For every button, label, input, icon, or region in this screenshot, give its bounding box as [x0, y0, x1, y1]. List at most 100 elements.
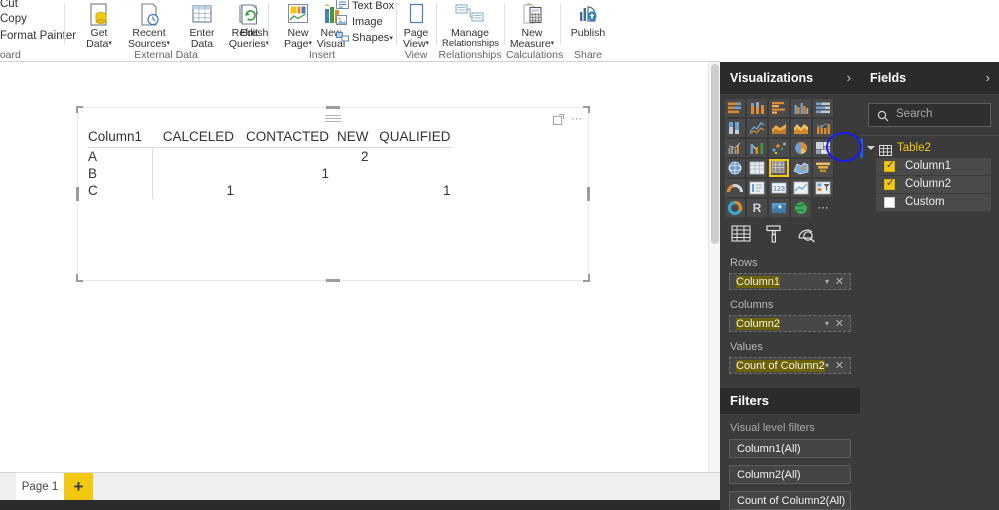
- clustered-bar-chart-icon[interactable]: [769, 99, 789, 117]
- remove-field-icon[interactable]: ✕: [835, 317, 844, 330]
- new-measure-button[interactable]: New Measure▾: [504, 0, 560, 49]
- line-clustered-column-chart-icon[interactable]: [725, 139, 745, 157]
- chevron-down-icon[interactable]: ▾: [825, 319, 829, 328]
- ribbon-chart-icon[interactable]: [747, 139, 767, 157]
- map-icon[interactable]: [725, 159, 745, 177]
- funnel-icon[interactable]: [813, 159, 833, 177]
- matrix-table[interactable]: Column1 CALCELED CONTACTED NEW QUALIFIED…: [88, 128, 451, 199]
- matrix-col-header-0[interactable]: Column1: [88, 128, 152, 148]
- matrix-icon[interactable]: [769, 159, 789, 177]
- filter-card-column1[interactable]: Column1(All): [729, 439, 851, 458]
- resize-handle-left[interactable]: [76, 187, 79, 201]
- filled-map-icon[interactable]: [791, 159, 811, 177]
- resize-handle-top[interactable]: [326, 106, 340, 109]
- remove-field-icon[interactable]: ✕: [835, 275, 844, 288]
- chevron-down-icon[interactable]: ▾: [167, 40, 171, 47]
- field-checkbox-unchecked[interactable]: [884, 197, 895, 208]
- gauge-icon[interactable]: [725, 179, 745, 197]
- visualization-type-grid[interactable]: 123 R ⋯: [724, 98, 854, 218]
- canvas-scrollbar-thumb[interactable]: [711, 64, 719, 244]
- field-well-columns[interactable]: Column2 ▾ ✕: [729, 315, 851, 332]
- chevron-down-icon[interactable]: ▾: [551, 40, 555, 47]
- report-canvas[interactable]: ⋯ Column1 CALCELED CONTACTED NEW QUALIFI…: [0, 62, 720, 472]
- chevron-down-icon[interactable]: ▾: [426, 40, 430, 47]
- more-options-icon[interactable]: ⋯: [571, 113, 582, 125]
- field-well-values[interactable]: Count of Column2 ▾ ✕: [729, 357, 851, 374]
- line-stacked-column-chart-icon[interactable]: [813, 119, 833, 137]
- field-checkbox-checked[interactable]: ✓: [884, 178, 895, 190]
- filter-card-count-of-column2[interactable]: Count of Column2(All): [729, 491, 851, 510]
- area-chart-icon[interactable]: [769, 119, 789, 137]
- chevron-right-icon[interactable]: ›: [847, 62, 851, 94]
- multi-row-card-icon[interactable]: [747, 179, 767, 197]
- get-data-button[interactable]: Get Data▾: [71, 0, 127, 49]
- matrix-col-header-1[interactable]: CALCELED: [152, 128, 234, 148]
- recent-sources-label-2: Sources: [127, 37, 167, 50]
- add-page-button[interactable]: +: [64, 473, 93, 501]
- field-item-column1[interactable]: ✓ Column1: [876, 158, 991, 175]
- card-icon[interactable]: 123: [769, 179, 789, 197]
- treemap-icon[interactable]: [813, 139, 833, 157]
- fields-pane-icon[interactable]: [730, 225, 752, 245]
- table-icon[interactable]: [747, 159, 767, 177]
- analytics-pane-icon[interactable]: [796, 225, 818, 245]
- resize-handle-right[interactable]: [587, 187, 590, 201]
- format-pane-icon[interactable]: [763, 225, 785, 245]
- stacked-area-chart-icon[interactable]: [791, 119, 811, 137]
- page-tab-page-1[interactable]: Page 1: [16, 473, 64, 501]
- shapes-button[interactable]: Shapes▾: [336, 30, 393, 46]
- matrix-visual[interactable]: ⋯ Column1 CALCELED CONTACTED NEW QUALIFI…: [77, 107, 589, 281]
- r-script-visual-icon[interactable]: R: [747, 199, 767, 217]
- table-row[interactable]: C 1 1: [88, 182, 451, 199]
- publish-button[interactable]: Publish: [560, 0, 616, 48]
- more-visuals-icon[interactable]: ⋯: [813, 199, 833, 217]
- filter-card-column2[interactable]: Column2(All): [729, 465, 851, 484]
- table-row[interactable]: A 2: [88, 147, 451, 165]
- text-box-button[interactable]: Text Box: [336, 0, 394, 14]
- focus-mode-icon[interactable]: [552, 113, 567, 125]
- field-well-rows[interactable]: Column1 ▾ ✕: [729, 273, 851, 290]
- recent-sources-button[interactable]: Recent Sources▾: [121, 0, 177, 50]
- stacked-bar-chart-icon[interactable]: [725, 99, 745, 117]
- chevron-down-icon[interactable]: ▾: [825, 361, 829, 370]
- resize-handle-bl[interactable]: [76, 274, 78, 281]
- stacked-column-chart-icon[interactable]: [747, 99, 767, 117]
- chevron-down-icon[interactable]: ▾: [825, 277, 829, 286]
- remove-field-icon[interactable]: ✕: [835, 359, 844, 372]
- scatter-chart-icon[interactable]: [769, 139, 789, 157]
- image-button[interactable]: Image: [336, 14, 383, 30]
- globe-map-icon[interactable]: [791, 199, 811, 217]
- chevron-down-icon[interactable]: [867, 146, 875, 150]
- line-chart-icon[interactable]: [747, 119, 767, 137]
- clustered-column-chart-icon[interactable]: [791, 99, 811, 117]
- matrix-col-header-3[interactable]: NEW: [329, 128, 369, 148]
- kpi-icon[interactable]: [791, 179, 811, 197]
- 100-stacked-column-chart-icon[interactable]: [725, 119, 745, 137]
- fields-table-table2[interactable]: Table2: [860, 139, 999, 158]
- shapes-label: Shapes: [352, 31, 390, 44]
- resize-handle-tl[interactable]: [76, 106, 78, 113]
- chevron-down-icon[interactable]: ▾: [108, 40, 112, 47]
- chevron-right-icon[interactable]: ›: [986, 62, 990, 94]
- manage-relationships-button[interactable]: Manage Relationships: [442, 0, 499, 48]
- copy-button[interactable]: Copy: [0, 13, 27, 25]
- arcgis-map-icon[interactable]: [769, 199, 789, 217]
- ribbon: Cut Copy Format Painter board Get Data▾: [0, 0, 720, 62]
- field-item-custom[interactable]: Custom: [876, 194, 991, 211]
- field-checkbox-checked[interactable]: ✓: [884, 160, 895, 172]
- resize-handle-tr[interactable]: [588, 106, 590, 113]
- resize-handle-br[interactable]: [588, 274, 590, 281]
- search-input[interactable]: Search: [868, 103, 991, 127]
- drag-handle-icon[interactable]: [325, 115, 341, 122]
- matrix-col-header-4[interactable]: QUALIFIED: [368, 128, 451, 148]
- donut-chart-icon[interactable]: [725, 199, 745, 217]
- field-item-column2[interactable]: ✓ Column2: [876, 176, 991, 193]
- resize-handle-bottom[interactable]: [326, 279, 340, 282]
- 100-stacked-bar-chart-icon[interactable]: [813, 99, 833, 117]
- canvas-scrollbar[interactable]: [708, 62, 720, 472]
- matrix-col-header-2[interactable]: CONTACTED: [234, 128, 329, 148]
- pie-chart-icon[interactable]: [791, 139, 811, 157]
- table-row[interactable]: B 1: [88, 165, 451, 182]
- slicer-icon[interactable]: [813, 179, 833, 197]
- cut-button[interactable]: Cut: [0, 0, 18, 10]
